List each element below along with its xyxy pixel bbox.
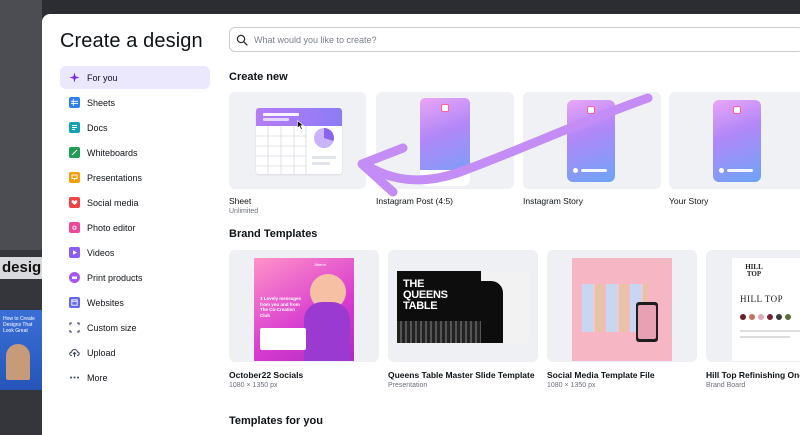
modal-title: Create a design [60,30,203,52]
card-sublabel: 1080 × 1350 px [229,382,278,389]
your-story-preview [713,100,761,182]
card-sublabel: Unlimited [229,208,259,215]
background-video-thumbnail[interactable]: How to Create Designs That Look Great [0,310,42,390]
nav-item-custom-size[interactable]: Custom size [60,316,210,339]
nav-item-videos[interactable]: Videos [60,241,210,264]
nav-item-sheets[interactable]: Sheets [60,91,210,114]
nav-item-social-media[interactable]: Social media [60,191,210,214]
search-icon [236,34,248,46]
card-label: Hill Top Refinishing One [706,370,800,380]
card-label: Social Media Template File [547,370,655,380]
card-label: Queens Table Master Slide Template [388,370,535,380]
search-bar[interactable] [229,27,800,52]
nav-item-label: Presentations [87,172,143,183]
template-card-hill-top[interactable]: HILL TOP HILL TOP Hill Top Refinishing O… [706,250,800,390]
background-thumb-text: How to Create Designs That Look Great [3,316,35,334]
card-thumbnail: Jitterm 3 Lovely messages from you and f… [229,250,379,362]
video-icon [69,247,80,258]
section-title-brand-templates: Brand Templates [229,228,318,240]
nav-item-websites[interactable]: Websites [60,291,210,314]
nav-item-print-products[interactable]: Print products [60,266,210,289]
hill-top-preview: HILL TOP HILL TOP [732,258,800,361]
category-nav: For you Sheets Docs Whiteboards Presenta… [60,66,210,391]
nav-item-for-you[interactable]: For you [60,66,210,89]
october-social-preview: Jitterm 3 Lovely messages from you and f… [254,258,354,361]
cloud-upload-icon [69,347,80,358]
template-card-october22-socials[interactable]: Jitterm 3 Lovely messages from you and f… [229,250,379,390]
nav-item-label: More [87,372,108,383]
card-thumbnail [669,92,800,189]
card-thumbnail [229,92,366,189]
card-thumbnail: HILL TOP HILL TOP [706,250,800,362]
nav-item-label: Print products [87,272,143,283]
nav-item-more[interactable]: More [60,366,210,389]
printer-icon [69,272,80,283]
nav-item-label: Photo editor [87,222,136,233]
sparkle-icon [69,72,80,83]
nav-item-label: Social media [87,197,139,208]
hill-top-logo: HILL TOP [745,263,763,278]
nav-item-label: Whiteboards [87,147,138,158]
card-label: Instagram Story [523,196,583,206]
camera-icon [69,222,80,233]
card-sublabel: Brand Board [706,382,746,389]
create-card-instagram-story[interactable]: Instagram Story [523,92,661,212]
queens-table-caption: THE QUEENS TABLE [403,278,448,312]
card-label: Instagram Post (4:5) [376,196,454,206]
create-card-instagram-post[interactable]: Instagram Post (4:5) [376,92,514,212]
background-thumb-person [6,344,30,380]
card-thumbnail: THE QUEENS TABLE [388,250,538,362]
october-social-caption: 3 Lovely messages from you and from The … [260,296,302,318]
card-sublabel: Presentation [388,382,428,389]
more-dots-icon [69,372,80,383]
whiteboard-icon [69,147,80,158]
card-label: October22 Socials [229,370,304,380]
instagram-icon [733,106,741,114]
template-card-queens-table[interactable]: THE QUEENS TABLE Queens Table Master Sli… [388,250,538,390]
nav-item-docs[interactable]: Docs [60,116,210,139]
nav-item-label: Custom size [87,322,137,333]
nav-item-upload[interactable]: Upload [60,341,210,364]
sheet-preview [256,108,342,174]
card-sublabel: 1080 × 1350 px [547,382,596,389]
instagram-icon [587,106,595,114]
search-input[interactable] [254,34,754,45]
card-thumbnail [523,92,661,189]
section-title-create-new: Create new [229,71,288,83]
nav-item-presentations[interactable]: Presentations [60,166,210,189]
nav-item-label: Websites [87,297,124,308]
docs-icon [69,122,80,133]
heart-icon [69,197,80,208]
background-heading: design [0,257,42,279]
nav-item-label: Upload [87,347,116,358]
presentation-icon [69,172,80,183]
create-card-sheet[interactable]: Sheet Unlimited [229,92,366,222]
card-label: Your Story [669,196,709,206]
instagram-post-preview [420,98,470,186]
create-card-your-story[interactable]: Your Story [669,92,800,212]
sheets-icon [69,97,80,108]
template-card-social-media-file[interactable]: Social Media Template File 1080 × 1350 p… [547,250,697,390]
nav-item-label: Sheets [87,97,116,108]
nav-item-photo-editor[interactable]: Photo editor [60,216,210,239]
background-panel-highlight [0,0,42,250]
social-media-file-preview [572,258,672,361]
nav-item-label: For you [87,72,118,83]
queens-table-preview: THE QUEENS TABLE [397,271,529,343]
card-thumbnail [376,92,514,189]
instagram-story-preview [567,100,615,182]
resize-icon [69,322,80,333]
card-label: Sheet [229,196,252,206]
website-icon [69,297,80,308]
card-thumbnail [547,250,697,362]
section-title-templates-for-you: Templates for you [229,415,323,427]
instagram-icon [441,104,449,112]
nav-item-label: Videos [87,247,115,258]
nav-item-whiteboards[interactable]: Whiteboards [60,141,210,164]
mouse-cursor-icon [297,120,305,130]
create-design-modal: Create a design For you Sheets Docs [42,14,800,435]
nav-item-label: Docs [87,122,108,133]
